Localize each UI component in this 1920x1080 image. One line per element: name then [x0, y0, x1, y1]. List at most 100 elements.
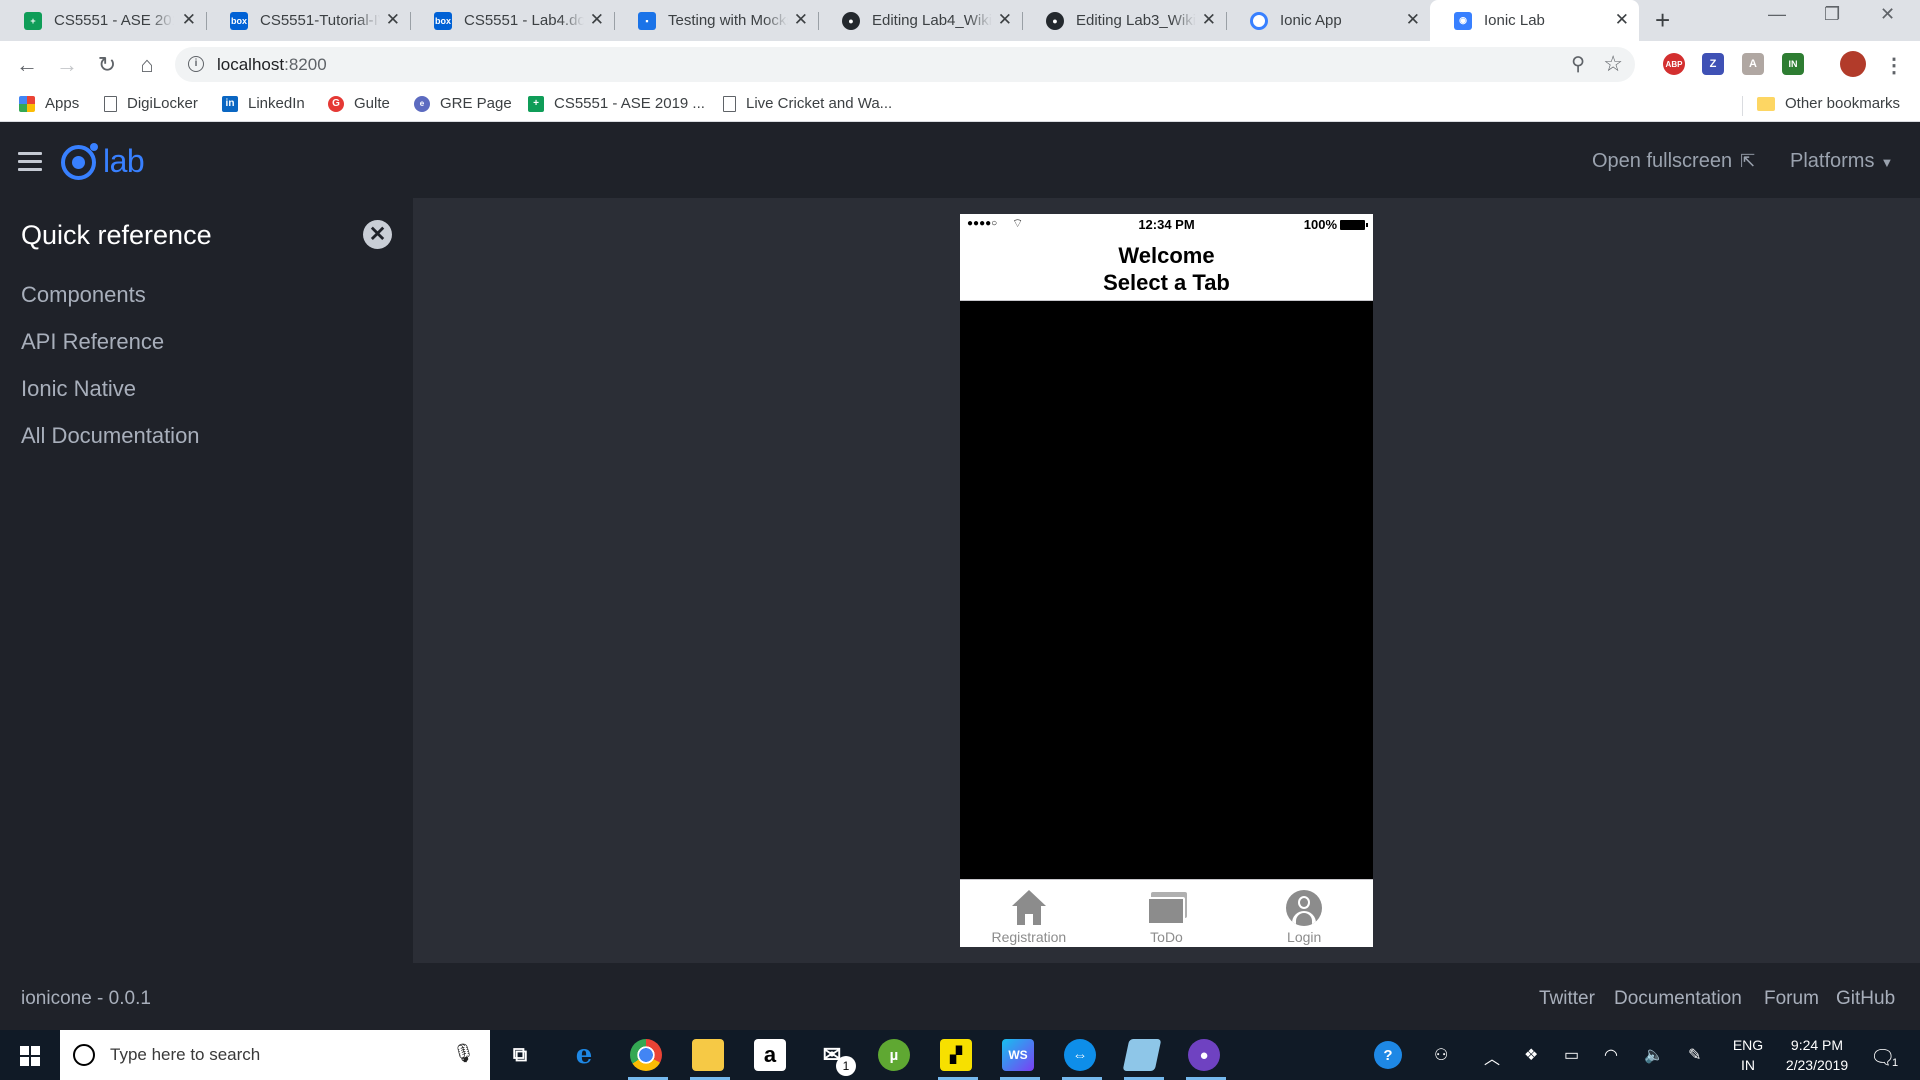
- bookmark-label: Other bookmarks: [1785, 95, 1901, 112]
- link-all-documentation[interactable]: All Documentation: [21, 423, 200, 449]
- bookmark-star-icon[interactable]: ☆: [1603, 51, 1623, 77]
- address-bar[interactable]: i localhost:8200 ⚲ ☆: [175, 47, 1635, 82]
- reload-button[interactable]: ↻: [93, 51, 121, 79]
- bookmark-label: Live Cricket and Wa...: [746, 95, 893, 112]
- bookmark-live-cricket[interactable]: Live Cricket and Wa...: [723, 95, 892, 112]
- notepad-icon[interactable]: [1122, 1039, 1162, 1071]
- profile-avatar[interactable]: [1840, 51, 1866, 77]
- help-icon[interactable]: ?: [1374, 1041, 1402, 1069]
- tab-todo[interactable]: ToDo: [1098, 880, 1236, 947]
- restore-window-button[interactable]: ❐: [1824, 4, 1840, 25]
- adblock-extension-icon[interactable]: ABP: [1663, 53, 1685, 75]
- close-tab-icon[interactable]: ✕: [1406, 11, 1420, 29]
- zotero-extension-icon[interactable]: Z: [1702, 53, 1724, 75]
- home-button[interactable]: ⌂: [133, 51, 161, 79]
- close-tab-icon[interactable]: ✕: [590, 11, 604, 29]
- close-sidebar-icon[interactable]: ✕: [363, 220, 392, 249]
- tab-title: CS5551-Tutorial-IV: [260, 12, 380, 29]
- sticky-notes-icon[interactable]: ▞: [940, 1039, 972, 1071]
- pen-workspace-icon[interactable]: ✎: [1688, 1045, 1701, 1065]
- language-code: ENG: [1732, 1037, 1764, 1053]
- link-components[interactable]: Components: [21, 282, 146, 308]
- bookmark-gre-page[interactable]: e GRE Page: [414, 95, 512, 112]
- url-text[interactable]: localhost:8200: [217, 55, 327, 75]
- tab-registration[interactable]: Registration: [960, 880, 1098, 947]
- task-view-icon[interactable]: ⧉: [504, 1039, 536, 1071]
- browser-tab-active[interactable]: ◉ Ionic Lab ✕: [1430, 0, 1639, 41]
- utorrent-icon[interactable]: µ: [878, 1039, 910, 1071]
- apps-grid-icon: [19, 95, 35, 112]
- site-info-icon[interactable]: i: [188, 56, 204, 72]
- browser-tab[interactable]: ● Editing Lab4_Wiki ✕: [818, 0, 1023, 41]
- bookmark-cs5551[interactable]: + CS5551 - ASE 2019 ...: [528, 95, 705, 112]
- pdf-extension-icon[interactable]: A: [1742, 53, 1764, 75]
- close-tab-icon[interactable]: ✕: [386, 11, 400, 29]
- browser-tab[interactable]: ▪ Testing with Mocks ✕: [614, 0, 819, 41]
- teamviewer-icon[interactable]: ⇔: [1064, 1039, 1096, 1071]
- forward-button[interactable]: →: [53, 51, 81, 79]
- close-tab-icon[interactable]: ✕: [182, 11, 196, 29]
- tab-label: Registration: [991, 929, 1067, 945]
- edge-icon[interactable]: e: [568, 1039, 600, 1071]
- open-fullscreen-button[interactable]: Open fullscreen ⇱: [1592, 150, 1755, 173]
- webstorm-icon[interactable]: WS: [1002, 1039, 1034, 1071]
- platforms-dropdown[interactable]: Platforms ▼: [1790, 150, 1893, 173]
- mail-badge: 1: [836, 1056, 856, 1076]
- footer-link-github[interactable]: GitHub: [1836, 988, 1895, 1010]
- github-desktop-icon[interactable]: ●: [1188, 1039, 1220, 1071]
- amazon-icon[interactable]: a: [754, 1039, 786, 1071]
- tab-title: Testing with Mocks: [668, 12, 788, 29]
- file-explorer-icon[interactable]: [692, 1039, 724, 1071]
- back-button[interactable]: ←: [13, 51, 41, 79]
- windows-taskbar: Type here to search 🎙 ⧉ e a ✉ 1 µ ▞ WS ⇔…: [0, 1030, 1920, 1080]
- show-hidden-icons-chevron[interactable]: ︿: [1484, 1045, 1500, 1069]
- tab-login[interactable]: Login: [1235, 880, 1373, 947]
- close-tab-icon[interactable]: ✕: [1202, 11, 1216, 29]
- clock[interactable]: 9:24 PM 2/23/2019: [1772, 1035, 1862, 1075]
- browser-tab[interactable]: + CS5551 - ASE 2019 ✕: [0, 0, 207, 41]
- browser-tab[interactable]: ● Editing Lab3_Wiki ✕: [1022, 0, 1227, 41]
- lab-footer: ionicone - 0.0.1 Twitter Documentation F…: [0, 963, 1920, 1030]
- link-ionic-native[interactable]: Ionic Native: [21, 376, 136, 402]
- bookmark-label: Apps: [45, 95, 80, 112]
- dropbox-icon[interactable]: ❖: [1524, 1045, 1538, 1065]
- taskbar-search-box[interactable]: Type here to search 🎙: [60, 1030, 490, 1080]
- minimize-window-button[interactable]: —: [1768, 4, 1786, 25]
- bookmark-apps[interactable]: Apps: [19, 95, 79, 112]
- close-tab-icon[interactable]: ✕: [1615, 11, 1629, 29]
- external-link-icon: ⇱: [1740, 151, 1756, 171]
- zoom-icon[interactable]: ⚲: [1571, 53, 1585, 76]
- close-tab-icon[interactable]: ✕: [794, 11, 808, 29]
- lab-header: lab Open fullscreen ⇱ Platforms ▼: [0, 126, 1920, 198]
- close-tab-icon[interactable]: ✕: [998, 11, 1012, 29]
- bookmarks-bar: Apps DigiLocker in LinkedIn G Gulte e GR…: [0, 88, 1920, 122]
- input-language[interactable]: ENG IN: [1728, 1035, 1768, 1075]
- new-tab-button[interactable]: +: [1655, 6, 1670, 34]
- battery-tray-icon[interactable]: ▭: [1564, 1045, 1579, 1065]
- footer-link-forum[interactable]: Forum: [1764, 988, 1819, 1010]
- volume-icon[interactable]: 🔈: [1644, 1045, 1664, 1065]
- quick-reference-sidebar: Quick reference ✕ Components API Referen…: [0, 198, 413, 963]
- translate-extension-icon[interactable]: IN: [1782, 53, 1804, 75]
- browser-tab[interactable]: box CS5551 - Lab4.docx ✕: [410, 0, 615, 41]
- ionic-icon: ◉: [1454, 11, 1472, 30]
- chrome-icon[interactable]: [630, 1039, 662, 1071]
- bookmark-other[interactable]: Other bookmarks: [1757, 95, 1900, 112]
- browser-tab[interactable]: Ionic App ✕: [1226, 0, 1430, 41]
- footer-link-twitter[interactable]: Twitter: [1539, 988, 1595, 1010]
- close-window-button[interactable]: ✕: [1880, 4, 1895, 25]
- windows-start-icon[interactable]: [20, 1046, 40, 1066]
- bookmark-gulte[interactable]: G Gulte: [328, 95, 390, 112]
- bookmark-linkedin[interactable]: in LinkedIn: [222, 95, 305, 112]
- link-api-reference[interactable]: API Reference: [21, 329, 164, 355]
- browser-menu-icon[interactable]: ⋮: [1880, 51, 1908, 79]
- microphone-icon[interactable]: 🎙: [452, 1043, 475, 1064]
- menu-icon[interactable]: [18, 152, 42, 172]
- wifi-tray-icon[interactable]: ◠: [1604, 1045, 1618, 1065]
- tab-title: Ionic Lab: [1484, 12, 1545, 29]
- bookmark-digilocker[interactable]: DigiLocker: [104, 95, 198, 112]
- browser-tab[interactable]: box CS5551-Tutorial-IV ✕: [206, 0, 411, 41]
- people-icon[interactable]: ⚇: [1434, 1045, 1448, 1065]
- footer-link-documentation[interactable]: Documentation: [1614, 988, 1742, 1010]
- battery-percent: 100%: [1303, 217, 1337, 232]
